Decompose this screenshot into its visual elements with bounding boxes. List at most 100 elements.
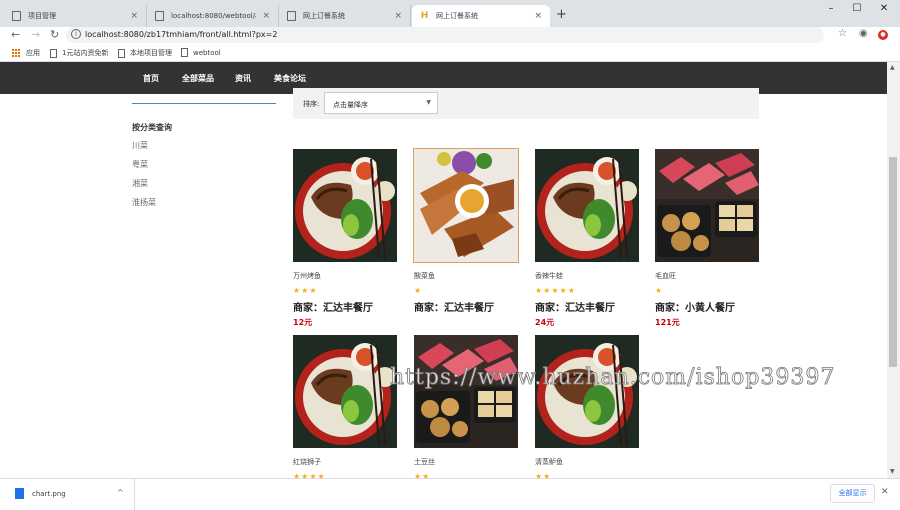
dish-rating: ★ — [414, 286, 423, 295]
dish-price: 24元 — [535, 318, 555, 327]
dish-rating: ★★★★★ — [535, 286, 576, 295]
document-icon — [181, 48, 188, 57]
sort-select[interactable]: 点击量降序 ▼ — [324, 92, 438, 114]
dish-card[interactable]: 酸菜鱼 ★ 商家：汇达丰餐厅 — [413, 148, 519, 314]
site-favicon-icon: H — [420, 11, 429, 21]
nav-news[interactable]: 资讯 — [235, 73, 251, 84]
close-icon[interactable]: × — [534, 11, 542, 21]
sidebar-item-hunan[interactable]: 湘菜 — [132, 178, 148, 189]
browser-tab-strip: 项目管理 × localhost:8080/webtool/all/index … — [0, 0, 900, 27]
tab-ordering-system[interactable]: 网上订餐系统 × — [279, 5, 411, 27]
dish-image[interactable] — [535, 335, 639, 448]
image-file-icon — [15, 488, 24, 499]
minimize-button[interactable]: – — [817, 3, 845, 14]
address-bar[interactable]: i localhost:8080/zb17tmhiam/front/all.ht… — [66, 27, 824, 43]
chevron-up-icon[interactable]: ^ — [117, 488, 124, 497]
dish-name[interactable]: 香辣牛蛙 — [535, 271, 639, 280]
dish-price: 121元 — [655, 318, 680, 327]
profile-icon[interactable]: ◉ — [859, 28, 868, 39]
document-icon — [12, 11, 21, 21]
close-icon[interactable]: ✕ — [881, 487, 889, 497]
dish-image[interactable] — [414, 335, 518, 448]
dish-shop: 商家：汇达丰餐厅 — [535, 303, 615, 314]
dish-name[interactable]: 清蒸鲈鱼 — [535, 457, 639, 466]
window-close-button[interactable]: ✕ — [870, 3, 898, 14]
tab-ordering-system-active[interactable]: H 网上订餐系统 × — [412, 5, 550, 27]
bookmark-label: 1元站内资免新 — [62, 49, 109, 57]
scroll-up-icon[interactable]: ▲ — [890, 64, 895, 71]
new-tab-button[interactable]: + — [556, 7, 567, 22]
reload-icon[interactable]: ↻ — [50, 28, 59, 41]
dish-card[interactable]: 香辣牛蛙 ★★★★★ 商家：汇达丰餐厅 24元 — [535, 149, 639, 328]
dish-shop: 商家：小黄人餐厅 — [655, 303, 735, 314]
dish-card[interactable]: 清蒸鲈鱼 ★★ — [535, 335, 639, 478]
dish-image[interactable] — [535, 149, 639, 262]
page-viewport: 首页 全部菜品 资讯 美食论坛 按分类查询 川菜 粤菜 湘菜 淮扬菜 排序: 点… — [0, 62, 887, 478]
document-icon — [155, 11, 164, 21]
back-arrow-icon[interactable]: ← — [11, 28, 20, 41]
dish-image[interactable] — [293, 335, 397, 448]
dish-name[interactable]: 酸菜鱼 — [414, 271, 518, 280]
site-info-icon[interactable]: i — [71, 29, 81, 39]
chevron-down-icon: ▼ — [426, 99, 431, 106]
dish-image[interactable] — [413, 148, 519, 263]
scrollbar-thumb[interactable] — [889, 157, 897, 367]
sort-selected-value: 点击量降序 — [333, 101, 368, 109]
nav-all-dishes[interactable]: 全部菜品 — [182, 73, 214, 84]
dish-card[interactable]: 土豆丝 ★★ — [414, 335, 518, 478]
dish-card[interactable]: 红烧狮子 ★★★★ — [293, 335, 397, 478]
sort-bar: 排序: 点击量降序 ▼ — [293, 88, 759, 119]
bookmark-star-icon[interactable]: ☆ — [838, 28, 847, 39]
bookmark-label: 本地项目管理 — [130, 49, 172, 57]
close-icon[interactable]: × — [262, 11, 270, 21]
bookmark-item[interactable]: webtool — [181, 48, 221, 57]
page-scrollbar[interactable]: ▲ ▼ — [887, 62, 900, 478]
dish-name[interactable]: 万州烤鱼 — [293, 271, 397, 280]
url-text: localhost:8080/zb17tmhiam/front/all.html… — [85, 30, 278, 39]
dish-rating: ★★★ — [293, 286, 318, 295]
tab-project-management[interactable]: 项目管理 × — [4, 5, 147, 27]
show-all-downloads-button[interactable]: 全部显示 — [830, 484, 875, 503]
tab-label: localhost:8080/webtool/all/index — [171, 12, 256, 20]
bookmark-label: 应用 — [26, 49, 40, 57]
bookmark-label: webtool — [193, 48, 221, 57]
dish-name[interactable]: 红烧狮子 — [293, 457, 397, 466]
maximize-button[interactable]: ☐ — [843, 3, 871, 14]
extension-icon[interactable]: ● — [878, 30, 888, 40]
close-icon[interactable]: × — [130, 11, 138, 21]
bookmark-apps[interactable]: 应用 — [12, 48, 40, 58]
apps-grid-icon — [12, 48, 21, 58]
scroll-down-icon[interactable]: ▼ — [890, 468, 895, 475]
dish-price: 12元 — [293, 318, 313, 327]
sort-label: 排序: — [303, 100, 320, 108]
dish-image[interactable] — [655, 149, 759, 262]
bookmark-item[interactable]: 本地项目管理 — [118, 48, 172, 58]
download-shelf: chart.png ^ 全部显示 ✕ — [0, 478, 900, 510]
sidebar-item-sichuan[interactable]: 川菜 — [132, 140, 148, 151]
dish-shop: 商家：汇达丰餐厅 — [293, 303, 373, 314]
sidebar-item-huaiyang[interactable]: 淮扬菜 — [132, 197, 156, 208]
download-filename: chart.png — [32, 490, 66, 498]
tab-label: 项目管理 — [28, 12, 56, 20]
nav-food-forum[interactable]: 美食论坛 — [274, 73, 306, 84]
document-icon — [50, 48, 57, 58]
dish-image[interactable] — [293, 149, 397, 262]
sidebar-divider — [132, 103, 276, 104]
sidebar-heading: 按分类查询 — [132, 123, 172, 132]
document-icon — [287, 11, 296, 21]
forward-arrow-icon[interactable]: → — [31, 28, 40, 41]
dish-name[interactable]: 毛血旺 — [655, 271, 759, 280]
dish-card[interactable]: 毛血旺 ★ 商家：小黄人餐厅 121元 — [655, 149, 759, 328]
dish-name[interactable]: 土豆丝 — [414, 457, 518, 466]
sidebar-item-cantonese[interactable]: 粤菜 — [132, 159, 148, 170]
dish-card[interactable]: 万州烤鱼 ★★★ 商家：汇达丰餐厅 12元 — [293, 149, 397, 328]
close-icon[interactable]: × — [394, 11, 402, 21]
tab-webtool[interactable]: localhost:8080/webtool/all/index × — [147, 5, 279, 27]
document-icon — [118, 48, 125, 58]
nav-home[interactable]: 首页 — [143, 73, 159, 84]
bookmark-item[interactable]: 1元站内资免新 — [50, 48, 108, 58]
tab-label: 网上订餐系统 — [303, 12, 345, 20]
download-item[interactable]: chart.png ^ — [0, 479, 135, 510]
tab-label: 网上订餐系统 — [436, 12, 478, 20]
watermark-text: https://www.huzhan.com/ishop39397 — [390, 365, 836, 391]
